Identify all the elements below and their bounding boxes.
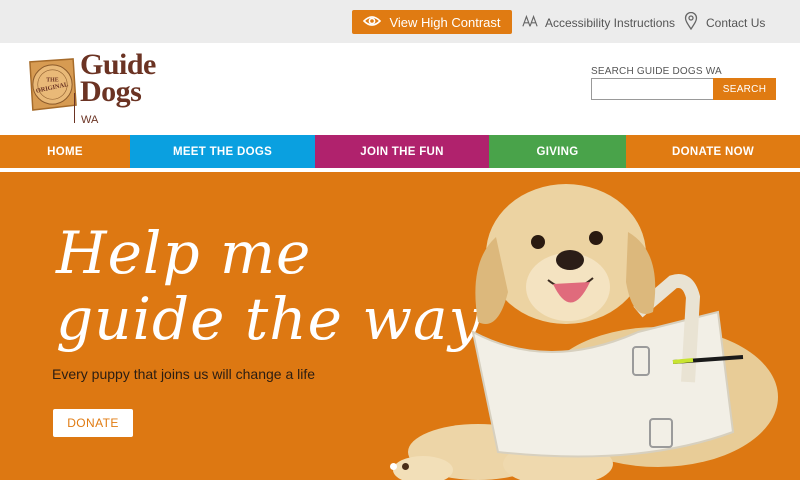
carousel-dots bbox=[390, 463, 409, 470]
puppy-image bbox=[393, 184, 778, 480]
text-size-icon bbox=[522, 12, 538, 33]
search-button[interactable]: SEARCH bbox=[713, 78, 776, 100]
main-nav: HOME MEET THE DOGS JOIN THE FUN GIVING D… bbox=[0, 135, 800, 168]
accessibility-instructions-label: Accessibility Instructions bbox=[545, 15, 676, 30]
nav-item-join-the-fun[interactable]: JOIN THE FUN bbox=[315, 135, 489, 168]
carousel-dot-2[interactable] bbox=[402, 463, 409, 470]
hero-banner: Help me guide the way Every puppy that j… bbox=[0, 172, 800, 480]
nav-item-meet-the-dogs[interactable]: MEET THE DOGS bbox=[130, 135, 315, 168]
logo-wordmark: Guide Dogs bbox=[80, 48, 156, 108]
view-high-contrast-button[interactable]: View High Contrast bbox=[352, 10, 512, 34]
nav-item-home[interactable]: HOME bbox=[0, 135, 130, 168]
logo-region: WA bbox=[81, 114, 99, 126]
search-input[interactable] bbox=[591, 78, 713, 100]
site-header: THE ORIGINAL Guide Dogs WA SEARCH GUIDE … bbox=[0, 43, 800, 135]
original-seal-icon: THE ORIGINAL bbox=[29, 58, 77, 111]
nav-item-donate-now[interactable]: DONATE NOW bbox=[626, 135, 800, 168]
logo-line-guide: Guide bbox=[80, 48, 156, 81]
logo-line-dogs: Dogs bbox=[80, 75, 142, 108]
contact-us-label: Contact Us bbox=[706, 15, 766, 30]
map-pin-icon bbox=[683, 11, 699, 33]
contact-us-link[interactable]: Contact Us bbox=[683, 11, 766, 33]
donate-button[interactable]: DONATE bbox=[53, 409, 133, 437]
accessibility-instructions-link[interactable]: Accessibility Instructions bbox=[522, 12, 675, 33]
guide-dogs-logo[interactable]: THE ORIGINAL Guide Dogs WA bbox=[24, 48, 174, 129]
nav-item-giving[interactable]: GIVING bbox=[489, 135, 626, 168]
view-high-contrast-label: View High Contrast bbox=[389, 14, 501, 30]
utility-bar: View High Contrast Accessibility Instruc… bbox=[0, 0, 800, 43]
hero-subtitle: Every puppy that joins us will change a … bbox=[52, 366, 316, 382]
eye-icon bbox=[363, 14, 382, 31]
logo-divider bbox=[74, 93, 75, 123]
carousel-dot-1[interactable] bbox=[390, 463, 397, 470]
search-label: SEARCH GUIDE DOGS WA bbox=[591, 66, 722, 77]
